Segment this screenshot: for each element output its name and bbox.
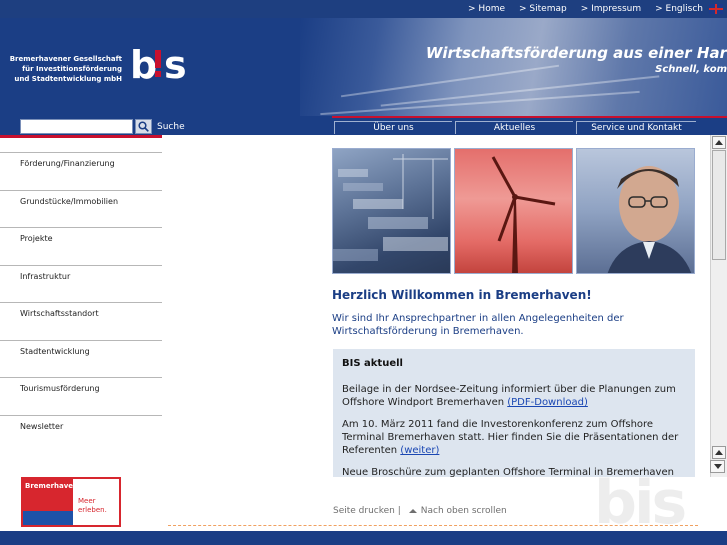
triangle-up-icon: [715, 450, 723, 455]
search-button[interactable]: [135, 119, 152, 134]
sidebar-item-foerderung[interactable]: Förderung/Finanzierung: [0, 152, 162, 190]
top-nav: > Home > Sitemap > Impressum > Englisch: [468, 2, 723, 16]
svg-text:s: s: [164, 43, 187, 87]
news-item: Beilage in der Nordsee-Zeitung informier…: [342, 383, 686, 409]
content-scrollbar[interactable]: [710, 135, 727, 477]
sidebar-item-projekte[interactable]: Projekte: [0, 227, 162, 265]
search-icon: [138, 121, 149, 132]
sidebar-item-infrastruktur[interactable]: Infrastruktur: [0, 264, 162, 303]
sidebar-menu: Förderung/Finanzierung Grundstücke/Immob…: [0, 152, 162, 452]
sidebar-accent-line: [0, 135, 162, 138]
pdf-download-link[interactable]: (PDF-Download): [507, 397, 588, 408]
scroll-down-button[interactable]: [710, 460, 725, 473]
print-page-link[interactable]: Seite drucken |: [333, 506, 401, 516]
sidebar-item-wirtschaftsstandort[interactable]: Wirtschaftsstandort: [0, 302, 162, 340]
portrait-photo: [576, 148, 695, 274]
sidebar-item-tourismus[interactable]: Tourismusförderung: [0, 377, 162, 415]
intro-text: Wir sind Ihr Ansprechpartner in allen An…: [332, 313, 624, 337]
bis-logo[interactable]: b s: [130, 40, 190, 90]
sitemap-link[interactable]: > Sitemap: [519, 4, 567, 14]
svg-text:b: b: [130, 43, 157, 87]
scroll-up-button-lower[interactable]: [712, 446, 726, 459]
header-banner: Wirtschaftsförderung aus einer Har Schne…: [300, 18, 727, 116]
scroll-to-top-link[interactable]: Nach oben scrollen: [421, 506, 507, 516]
home-link[interactable]: > Home: [468, 4, 505, 14]
news-box-title: BIS aktuell: [342, 358, 403, 369]
bremerhaven-logo-wave: [23, 511, 73, 525]
nav-band: Suche Über uns Aktuelles Service und Kon…: [0, 116, 727, 135]
sidebar-item-stadtentwicklung[interactable]: Stadtentwicklung: [0, 339, 162, 378]
welcome-title: Herzlich Willkommen in Bremerhaven!: [332, 288, 592, 302]
photo-strip: [332, 148, 695, 274]
header-headline: Wirtschaftsförderung aus einer Har: [425, 44, 727, 62]
search-label: Suche: [157, 122, 185, 132]
top-bar: > Home > Sitemap > Impressum > Englisch: [0, 0, 727, 18]
news-item: Am 10. März 2011 fand die Investorenkonf…: [342, 418, 686, 457]
arrow-up-icon: [408, 509, 417, 513]
tab-ueber-uns[interactable]: Über uns: [334, 121, 452, 134]
footer-divider: [168, 525, 698, 526]
org-name-line: Bremerhavener Gesellschaft: [9, 55, 122, 63]
slogan-line: Meer: [78, 497, 96, 505]
bremerhaven-logo-title: Bremerhaven: [25, 482, 79, 490]
header: Bremerhavener Gesellschaft für Investiti…: [0, 18, 727, 116]
news-box: BIS aktuell Beilage in der Nordsee-Zeitu…: [333, 349, 695, 477]
header-subline: Schnell, kom: [655, 64, 727, 75]
org-name-line: für Investitionsförderung: [22, 65, 122, 73]
org-name-line: und Stadtentwicklung mbH: [14, 75, 122, 83]
uk-flag-icon[interactable]: [709, 4, 723, 14]
bremerhaven-logo-slogan: Meer erleben.: [78, 497, 107, 515]
slogan-line: erleben.: [78, 506, 107, 514]
english-link[interactable]: > Englisch: [655, 4, 703, 14]
scroll-thumb[interactable]: [712, 150, 726, 260]
news-item-text: Am 10. März 2011 fand die Investorenkonf…: [342, 419, 679, 456]
footer-links: Seite drucken | Nach oben scrollen: [333, 506, 507, 516]
impressum-link[interactable]: > Impressum: [581, 4, 641, 14]
bremerhaven-logo[interactable]: Bremerhaven Meer erleben.: [21, 477, 121, 527]
triangle-up-icon: [715, 140, 723, 145]
nav-accent-line: [332, 116, 727, 118]
sidebar-item-newsletter[interactable]: Newsletter: [0, 414, 162, 453]
sidebar-item-grundstuecke[interactable]: Grundstücke/Immobilien: [0, 189, 162, 228]
org-name: Bremerhavener Gesellschaft für Investiti…: [8, 54, 122, 84]
bottom-bar: [0, 531, 727, 545]
tab-service-kontakt[interactable]: Service und Kontakt: [576, 121, 696, 134]
wind-turbine-photo: [454, 148, 573, 274]
search-input[interactable]: [20, 119, 133, 134]
container-port-photo: [332, 148, 451, 274]
weiter-link[interactable]: (weiter): [400, 445, 439, 456]
tab-aktuelles[interactable]: Aktuelles: [455, 121, 573, 134]
triangle-down-icon: [713, 464, 722, 469]
page: > Home > Sitemap > Impressum > Englisch …: [0, 0, 727, 545]
bis-watermark: bis: [594, 468, 687, 538]
scroll-up-button[interactable]: [712, 136, 726, 149]
